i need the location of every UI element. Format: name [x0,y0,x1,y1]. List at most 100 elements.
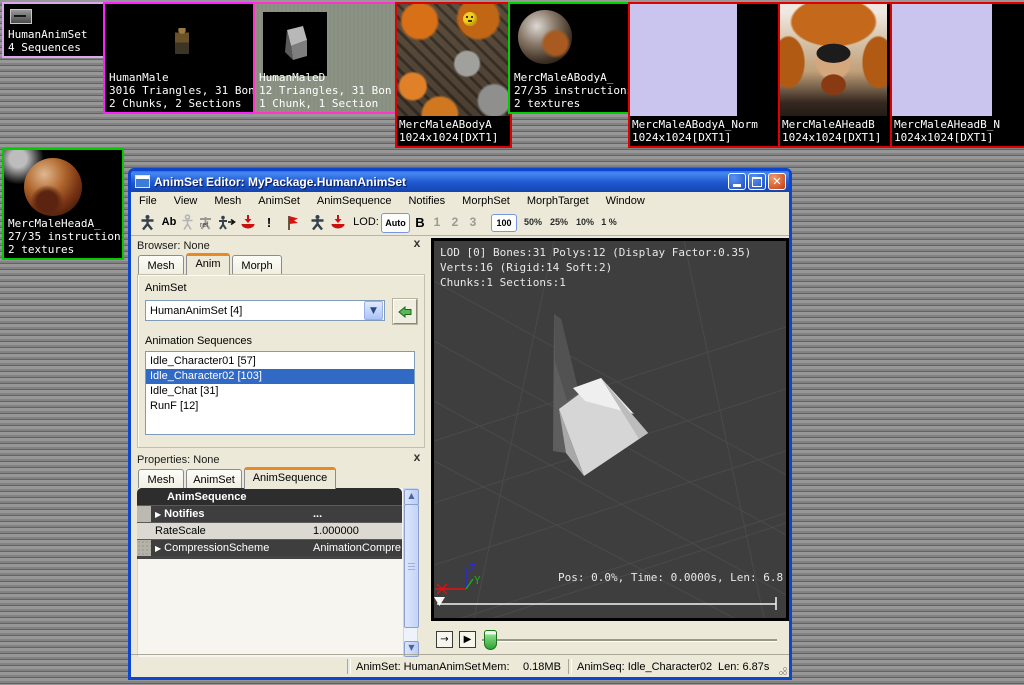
menu-file[interactable]: File [139,195,157,207]
zoom-50-button[interactable]: 50% [521,213,545,231]
play-button[interactable]: ▶ [459,631,476,648]
list-item-idle-character02[interactable]: Idle_Character02 [103] [146,369,414,384]
status-animset: AnimSet: HumanAnimSet [356,661,481,673]
menu-morphset[interactable]: MorphSet [462,195,510,207]
window-buttons: ✕ [728,173,789,190]
viewport-canvas[interactable]: Z Y LOD [0] Bones:31 Polys:12 (Display F… [434,241,786,618]
property-row-notifies[interactable]: ▶ Notifies ... [137,505,402,522]
property-category-header: AnimSequence [137,488,402,505]
tile-label: MercMaleAHeadB 1024x1024[DXT1] [782,118,882,144]
chevron-down-icon[interactable]: ▼ [364,301,383,320]
resize-grip[interactable] [775,663,788,676]
back-arrow-icon [398,305,412,318]
mirror-bone-button[interactable] [215,213,237,231]
menu-morphtarget[interactable]: MorphTarget [527,195,589,207]
tab-props-animsequence[interactable]: AnimSequence [244,467,336,489]
scroll-up-icon[interactable]: ▲ [404,489,419,505]
timeline-scrubber[interactable] [434,597,777,610]
lod-2-button[interactable]: 2 [449,213,461,231]
menu-animset[interactable]: AnimSet [258,195,300,207]
status-len: Len: 6.87s [718,661,770,673]
load-animset-button[interactable] [393,299,417,324]
status-separator [568,659,572,674]
maximize-button[interactable] [748,173,766,190]
refresh-notifies-button[interactable]: ! [262,213,276,231]
minimize-icon [733,184,741,187]
list-item-idle-character01[interactable]: Idle_Character01 [57] [146,354,414,369]
menu-view[interactable]: View [174,195,198,207]
tab-mesh[interactable]: Mesh [138,255,184,275]
tile-label: HumanMaleD 12 Triangles, 31 Bon 1 Chunk, 1… [259,71,392,110]
tile-label: MercMaleABodyA 1024x1024[DXT1] [399,118,499,144]
svg-text:ref: ref [200,222,208,229]
notify-flag-button[interactable] [283,213,303,231]
minimize-button[interactable] [728,173,746,190]
status-separator [347,659,351,674]
head-texture-thumb [780,4,887,116]
skeletal-mesh-thumb [175,28,189,54]
tile-mercmaleaheadb-norm[interactable]: MercMaleAHeadB_N 1024x1024[DXT1] [890,2,1024,148]
lod-base-button[interactable]: B [414,213,426,231]
browser-panel-header: Browser: None [137,240,210,252]
properties-close-icon[interactable]: x [411,451,423,464]
show-skeleton-button[interactable] [137,213,157,231]
playback-slider-thumb[interactable] [484,630,497,650]
tile-mercmaleheada-material[interactable]: MercMaleHeadA_ 27/35 instructions 2 textur… [2,148,124,260]
axis-indicator: Z Y [435,562,481,595]
menu-window[interactable]: Window [606,195,645,207]
tile-mercmaleaheadb-texture[interactable]: MercMaleAHeadB 1024x1024[DXT1] [778,2,893,148]
zoom-25-button[interactable]: 25% [547,213,571,231]
property-value[interactable]: 1.000000 [313,525,402,537]
show-raw-skeleton-button[interactable] [307,213,327,231]
tile-humanmaled[interactable]: HumanMaleD 12 Triangles, 31 Bon 1 Chunk, 1… [253,2,397,114]
zoom-1-button[interactable]: 1 % [599,213,619,231]
menu-notifies[interactable]: Notifies [408,195,445,207]
zoom-100-button[interactable]: 100 [491,214,517,232]
step-button[interactable]: → [436,631,453,648]
menu-mesh[interactable]: Mesh [214,195,241,207]
animset-combobox[interactable]: HumanAnimSet [4] ▼ [145,300,385,321]
tab-props-mesh[interactable]: Mesh [138,469,184,489]
list-item-runf[interactable]: RunF [12] [146,399,414,414]
menu-animsequence[interactable]: AnimSequence [317,195,392,207]
step-arrow-icon: → [440,634,449,645]
property-row-compressionscheme[interactable]: ▶ CompressionScheme AnimationCompre [137,539,402,556]
property-row-ratescale[interactable]: RateScale 1.000000 [137,522,402,539]
statusbar: AnimSet: HumanAnimSet Mem: 0.18MB AnimSe… [131,657,789,677]
playback-slider-track[interactable] [482,639,777,642]
copy-notifies-button[interactable] [327,213,349,231]
lod-1-button[interactable]: 1 [431,213,443,231]
new-notify-button[interactable] [237,213,259,231]
tile-mercmaleabodya-texture[interactable]: MercMaleABodyA 1024x1024[DXT1] [395,2,512,148]
scrollbar-thumb[interactable] [404,504,419,628]
properties-scrollbar[interactable]: ▲ ▼ [403,488,419,658]
list-item-idle-chat[interactable]: Idle_Chat [31] [146,384,414,399]
preview-viewport[interactable]: Z Y LOD [0] Bones:31 Polys:12 (Display F… [431,238,789,621]
lod-3-button[interactable]: 3 [467,213,479,231]
row-gutter [137,523,151,539]
viewport-3d-scene: Z Y [434,241,786,618]
figure-arrow-icon [218,215,236,230]
tile-humananimset[interactable]: HumanAnimSet 4 Sequences [2,2,106,58]
show-bone-names-button[interactable]: Ab [159,213,179,231]
close-button[interactable]: ✕ [768,173,786,190]
tile-humanmale[interactable]: HumanMale 3016 Triangles, 31 Bon 2 Chunks,… [103,2,255,114]
tab-morph[interactable]: Morph [232,255,282,275]
browser-close-icon[interactable]: x [411,237,423,250]
menubar: File View Mesh AnimSet AnimSequence Noti… [131,192,789,209]
skeleton-figure-icon [311,214,323,230]
property-value[interactable]: AnimationCompre [313,542,402,554]
tab-props-animset[interactable]: AnimSet [186,469,242,489]
titlebar[interactable]: AnimSet Editor: MyPackage.HumanAnimSet ✕ [131,171,789,192]
toolbar: Ab ref ! LOD: Auto B 1 2 3 100 50% 25% 1… [131,209,789,236]
tab-anim[interactable]: Anim [186,253,230,275]
mesh-thumb [263,12,327,76]
tile-mercmaleabodya-norm[interactable]: MercMaleABodyA_Norm 1024x1024[DXT1] [628,2,780,148]
tile-mercmaleabodya-material[interactable]: MercMaleABodyA_ 27/35 instructions 2 textu… [508,2,630,114]
show-ref-pose-button[interactable]: ref [194,213,216,231]
property-value[interactable]: ... [313,508,402,520]
smiley-decal [463,12,477,26]
zoom-10-button[interactable]: 10% [573,213,597,231]
close-icon: ✕ [772,175,782,188]
lod-auto-button[interactable]: Auto [381,213,410,233]
